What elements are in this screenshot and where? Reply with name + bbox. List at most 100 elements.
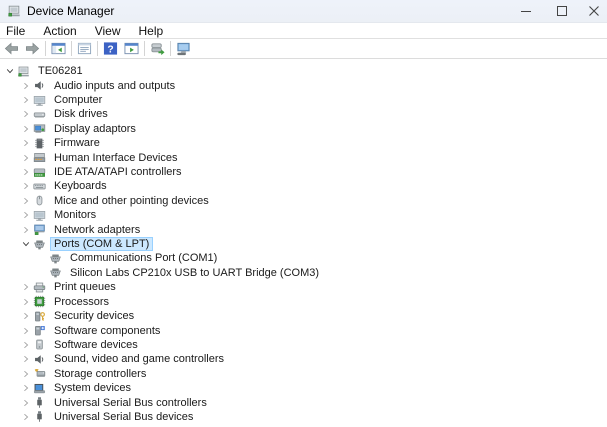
tree-item-firmware[interactable]: Firmware <box>0 136 607 150</box>
tree-item-label: Processors <box>50 295 113 309</box>
chevron-right-icon[interactable] <box>20 411 32 423</box>
svg-text:?: ? <box>107 44 113 55</box>
system-device-icon <box>33 382 46 395</box>
computer-monitor-button[interactable] <box>173 40 194 58</box>
forward-arrow-button[interactable] <box>22 40 43 58</box>
mouse-icon <box>33 194 46 207</box>
back-arrow-button[interactable] <box>1 40 22 58</box>
chevron-right-icon[interactable] <box>20 137 32 149</box>
tree-item-processors[interactable]: Processors <box>0 295 607 309</box>
action-pane-icon <box>124 41 139 56</box>
tree-item-label: Communications Port (COM1) <box>66 251 221 265</box>
minimize-icon <box>521 6 531 16</box>
tree-item-software-components[interactable]: Software components <box>0 323 607 337</box>
chevron-right-icon[interactable] <box>20 353 32 365</box>
help-button[interactable]: ? <box>100 40 121 58</box>
tree-item-label: Ports (COM & LPT) <box>50 237 153 251</box>
chevron-right-icon[interactable] <box>20 368 32 380</box>
tree-item-label: Network adapters <box>50 223 144 237</box>
tree-item-label: Monitors <box>50 208 100 222</box>
menu-help[interactable]: Help <box>130 23 173 38</box>
tree-item-label: System devices <box>50 381 135 395</box>
chevron-down-icon[interactable] <box>20 238 32 250</box>
chevron-right-icon[interactable] <box>20 325 32 337</box>
tree-item-te06281[interactable]: TE06281 <box>0 64 607 78</box>
usb-icon <box>33 396 46 409</box>
computer-icon <box>17 65 30 78</box>
chevron-right-icon[interactable] <box>20 195 32 207</box>
scan-hardware-button[interactable] <box>147 40 168 58</box>
console-tree-button[interactable] <box>48 40 69 58</box>
chevron-right-icon[interactable] <box>20 310 32 322</box>
title-bar: Device Manager <box>0 0 607 23</box>
tree-item-display-adaptors[interactable]: Display adaptors <box>0 122 607 136</box>
chevron-right-icon[interactable] <box>20 382 32 394</box>
tree-item-communications-port-com1[interactable]: Communications Port (COM1) <box>0 251 607 265</box>
security-device-icon <box>33 310 46 323</box>
serial-port-icon <box>49 266 62 279</box>
tree-item-network-adapters[interactable]: Network adapters <box>0 222 607 236</box>
forward-arrow-icon <box>25 41 40 56</box>
chevron-right-icon[interactable] <box>20 209 32 221</box>
maximize-button[interactable] <box>544 0 580 22</box>
chevron-right-icon[interactable] <box>20 281 32 293</box>
tree-item-sound-video-and-game-controllers[interactable]: Sound, video and game controllers <box>0 352 607 366</box>
serial-port-icon <box>49 252 62 265</box>
chevron-right-icon[interactable] <box>20 296 32 308</box>
chevron-right-icon[interactable] <box>20 166 32 178</box>
keyboard-icon <box>33 180 46 193</box>
properties-button[interactable] <box>74 40 95 58</box>
storage-controller-icon <box>33 367 46 380</box>
minimize-button[interactable] <box>508 0 544 22</box>
tree-item-label: TE06281 <box>34 64 87 78</box>
chevron-right-icon[interactable] <box>20 123 32 135</box>
window-title: Device Manager <box>27 0 114 22</box>
tree-item-ports-com-lpt[interactable]: Ports (COM & LPT) <box>0 237 607 251</box>
tree-item-ide-ata-atapi-controllers[interactable]: IDE ATA/ATAPI controllers <box>0 165 607 179</box>
chevron-right-icon[interactable] <box>20 94 32 106</box>
tree-item-label: Print queues <box>50 280 120 294</box>
device-manager-window: Device Manager FileActionViewHelp ? TE06… <box>0 0 607 427</box>
menu-action[interactable]: Action <box>34 23 85 38</box>
chevron-right-icon[interactable] <box>20 80 32 92</box>
chevron-right-icon[interactable] <box>20 108 32 120</box>
tree-item-security-devices[interactable]: Security devices <box>0 309 607 323</box>
tree-item-print-queues[interactable]: Print queues <box>0 280 607 294</box>
device-manager-icon <box>7 4 21 18</box>
toolbar-separator <box>144 41 145 56</box>
monitor-icon <box>33 209 46 222</box>
chevron-right-icon[interactable] <box>20 224 32 236</box>
action-pane-button[interactable] <box>121 40 142 58</box>
processor-icon <box>33 295 46 308</box>
tree-item-silicon-labs-cp210x-usb-to-uart-bridge-com3[interactable]: Silicon Labs CP210x USB to UART Bridge (… <box>0 266 607 280</box>
tree-item-storage-controllers[interactable]: Storage controllers <box>0 367 607 381</box>
tree-item-keyboards[interactable]: Keyboards <box>0 179 607 193</box>
tree-item-label: IDE ATA/ATAPI controllers <box>50 165 186 179</box>
menu-bar: FileActionViewHelp <box>0 23 607 39</box>
tree-item-human-interface-devices[interactable]: Human Interface Devices <box>0 150 607 164</box>
tree-item-software-devices[interactable]: Software devices <box>0 338 607 352</box>
tree-item-system-devices[interactable]: System devices <box>0 381 607 395</box>
menu-view[interactable]: View <box>86 23 130 38</box>
tree-item-universal-serial-bus-controllers[interactable]: Universal Serial Bus controllers <box>0 395 607 409</box>
tree-item-label: Audio inputs and outputs <box>50 79 179 93</box>
tree-item-universal-serial-bus-devices[interactable]: Universal Serial Bus devices <box>0 410 607 424</box>
tree-item-monitors[interactable]: Monitors <box>0 208 607 222</box>
tree-item-disk-drives[interactable]: Disk drives <box>0 107 607 121</box>
chevron-right-icon[interactable] <box>20 339 32 351</box>
expander-spacer <box>36 252 48 264</box>
tree-item-mice-and-other-pointing-devices[interactable]: Mice and other pointing devices <box>0 194 607 208</box>
menu-file[interactable]: File <box>0 23 34 38</box>
chevron-right-icon[interactable] <box>20 397 32 409</box>
tree-item-computer[interactable]: Computer <box>0 93 607 107</box>
chevron-right-icon[interactable] <box>20 180 32 192</box>
ide-controller-icon <box>33 166 46 179</box>
tree-item-label: Security devices <box>50 309 138 323</box>
tree-item-label: Firmware <box>50 136 104 150</box>
chevron-down-icon[interactable] <box>4 65 16 77</box>
chevron-right-icon[interactable] <box>20 152 32 164</box>
close-button[interactable] <box>580 0 607 22</box>
speaker-icon <box>33 79 46 92</box>
tree-item-audio-inputs-and-outputs[interactable]: Audio inputs and outputs <box>0 78 607 92</box>
tree-item-label: Mice and other pointing devices <box>50 194 213 208</box>
